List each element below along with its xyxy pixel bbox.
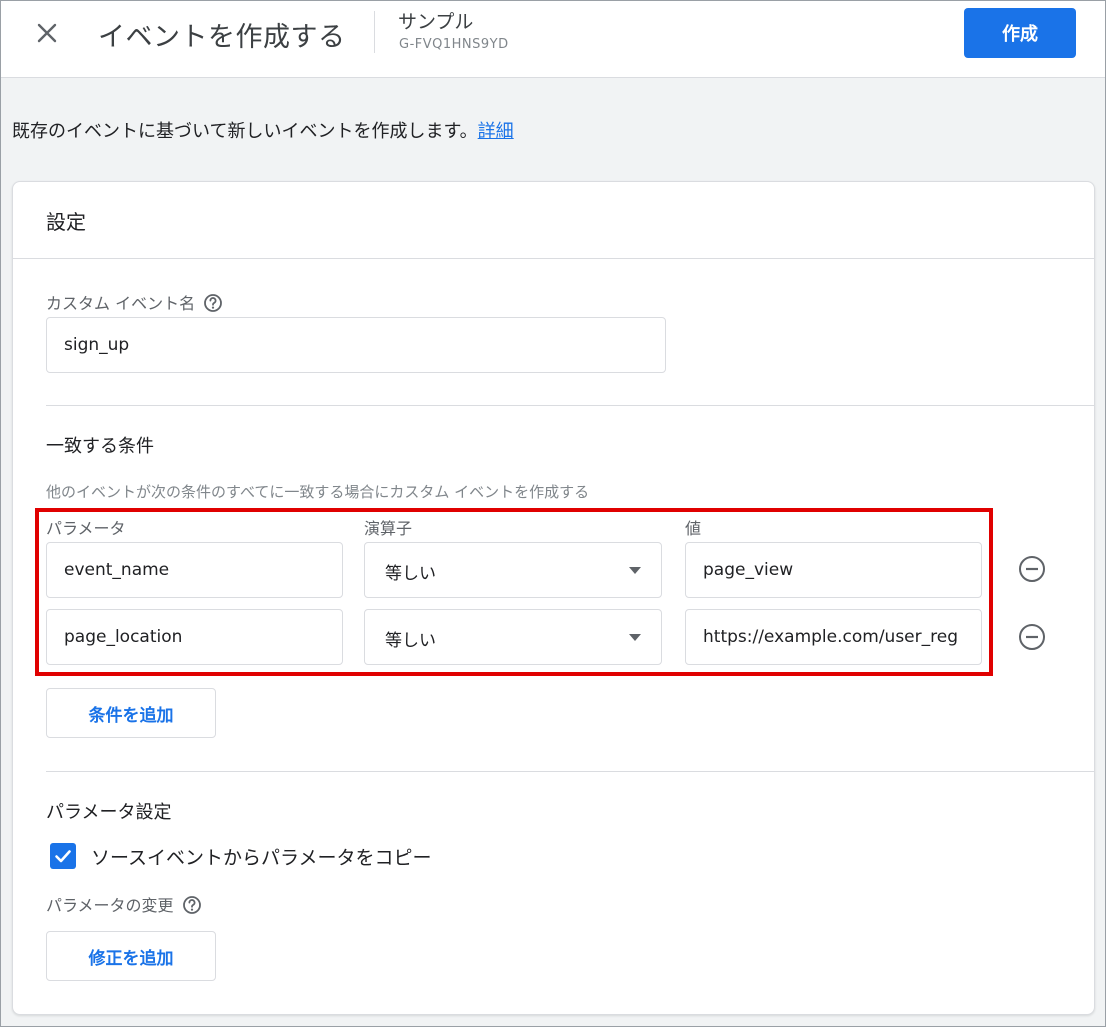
column-header-value: 値 bbox=[685, 519, 702, 538]
custom-event-name-label-text: カスタム イベント名 bbox=[46, 294, 196, 313]
card-title: 設定 bbox=[46, 210, 86, 234]
condition-parameter-input[interactable] bbox=[46, 542, 343, 598]
stream-id: G-FVQ1HNS9YD bbox=[399, 37, 509, 52]
description: 既存のイベントに基づいて新しいイベントを作成します。詳細 bbox=[12, 117, 514, 143]
description-text: 既存のイベントに基づいて新しいイベントを作成します。 bbox=[12, 121, 478, 142]
help-icon[interactable] bbox=[182, 895, 202, 919]
add-modification-button[interactable]: 修正を追加 bbox=[46, 931, 216, 981]
operator-value: 等しい bbox=[385, 564, 436, 584]
top-app-bar: イベントを作成する サンプル G-FVQ1HNS9YD 作成 bbox=[1, 1, 1105, 78]
remove-circle-icon bbox=[1019, 624, 1045, 650]
custom-event-name-input[interactable] bbox=[46, 317, 666, 373]
remove-condition-button[interactable] bbox=[1017, 554, 1047, 584]
divider bbox=[46, 405, 1094, 406]
learn-more-link[interactable]: 詳細 bbox=[478, 121, 514, 142]
close-button[interactable] bbox=[31, 17, 63, 49]
dropdown-arrow-icon bbox=[629, 634, 641, 641]
header-divider bbox=[374, 11, 375, 53]
copy-parameters-label: ソースイベントからパラメータをコピー bbox=[91, 847, 432, 869]
custom-event-name-label: カスタム イベント名 bbox=[46, 290, 223, 317]
modify-parameters-label: パラメータの変更 bbox=[46, 892, 202, 919]
page-title: イベントを作成する bbox=[98, 22, 346, 53]
conditions-hint: 他のイベントが次の条件のすべてに一致する場合にカスタム イベントを作成する bbox=[46, 483, 590, 501]
stream-name: サンプル bbox=[398, 11, 474, 33]
condition-operator-select[interactable]: 等しい bbox=[364, 609, 662, 665]
divider bbox=[13, 258, 1094, 259]
checkmark-icon bbox=[55, 850, 71, 863]
dropdown-arrow-icon bbox=[629, 567, 641, 574]
condition-operator-select[interactable]: 等しい bbox=[364, 542, 662, 598]
parameter-settings-title: パラメータ設定 bbox=[46, 802, 172, 823]
operator-value: 等しい bbox=[385, 631, 436, 651]
conditions-title: 一致する条件 bbox=[46, 436, 154, 457]
remove-condition-button[interactable] bbox=[1017, 622, 1047, 652]
close-icon bbox=[37, 23, 57, 43]
copy-parameters-checkbox[interactable] bbox=[50, 843, 76, 869]
add-condition-button[interactable]: 条件を追加 bbox=[46, 688, 216, 738]
condition-value-input[interactable] bbox=[685, 609, 982, 665]
condition-parameter-input[interactable] bbox=[46, 609, 343, 665]
modify-parameters-label-text: パラメータの変更 bbox=[46, 896, 174, 915]
remove-circle-icon bbox=[1019, 556, 1045, 582]
column-header-parameter: パラメータ bbox=[46, 519, 126, 538]
divider bbox=[46, 771, 1094, 772]
column-header-operator: 演算子 bbox=[364, 519, 413, 538]
help-icon[interactable] bbox=[203, 293, 223, 317]
condition-value-input[interactable] bbox=[685, 542, 982, 598]
create-button[interactable]: 作成 bbox=[964, 8, 1076, 58]
settings-card: 設定 カスタム イベント名 一致する条件 他のイベントが次の条件のすべてに一致す… bbox=[12, 181, 1095, 1015]
